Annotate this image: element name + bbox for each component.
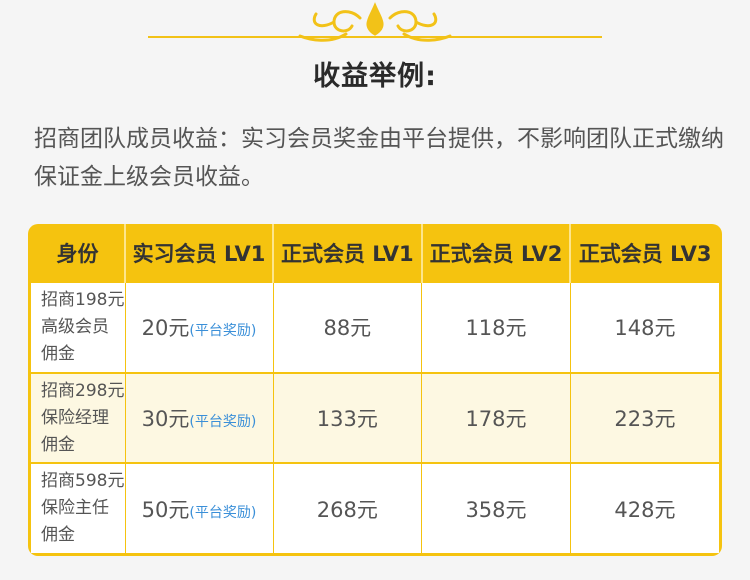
description-text: 招商团队成员收益：实习会员奖金由平台提供，不影响团队正式缴纳保证金上级会员收益。	[34, 126, 724, 190]
intern-cell: 50元(平台奖励)	[125, 462, 274, 553]
header-intern-lv1: 实习会员 LV1	[125, 224, 274, 282]
table-row: 招商198元高级会员佣金 20元(平台奖励) 88元 118元 148元	[31, 281, 719, 373]
intern-value: 50元	[141, 497, 190, 522]
decorative-ornament	[148, 2, 602, 42]
lv2-cell: 358元	[421, 462, 571, 553]
lv3-cell: 148元	[570, 281, 719, 373]
table-header-row: 身份 实习会员 LV1 正式会员 LV1 正式会员 LV2 正式会员 LV3	[31, 224, 719, 282]
platform-reward-note: (平台奖励)	[189, 323, 257, 340]
lv1-cell: 268元	[273, 462, 423, 553]
table-row: 招商298元保险经理佣金 30元(平台奖励) 133元 178元 223元	[31, 371, 719, 464]
table-row: 招商598元保险主任佣金 50元(平台奖励) 268元 358元 428元	[31, 462, 719, 553]
lv3-cell: 428元	[570, 462, 719, 553]
platform-reward-note: (平台奖励)	[189, 504, 257, 521]
lv2-cell: 178元	[421, 371, 571, 464]
intern-value: 30元	[141, 407, 190, 432]
intern-value: 20元	[141, 316, 190, 341]
header-formal-lv3: 正式会员 LV3	[578, 241, 712, 266]
intern-cell: 30元(平台奖励)	[125, 371, 274, 464]
row-label: 招商598元保险主任佣金	[31, 462, 126, 553]
lv3-cell: 223元	[570, 371, 719, 464]
lv1-cell: 88元	[273, 281, 423, 373]
earnings-table: 身份 实习会员 LV1 正式会员 LV1 正式会员 LV2 正式会员 LV3 招…	[28, 224, 722, 556]
header-formal-lv1: 正式会员 LV1	[273, 224, 423, 282]
header-identity: 身份	[31, 224, 126, 282]
page-title: 收益举例:	[313, 61, 437, 92]
intern-cell: 20元(平台奖励)	[125, 281, 274, 373]
lv1-cell: 133元	[273, 371, 423, 464]
platform-reward-note: (平台奖励)	[189, 414, 257, 431]
lv2-cell: 118元	[421, 281, 571, 373]
row-label: 招商298元保险经理佣金	[31, 371, 126, 464]
row-label: 招商198元高级会员佣金	[31, 281, 126, 373]
header-formal-lv2: 正式会员 LV2	[421, 224, 572, 282]
